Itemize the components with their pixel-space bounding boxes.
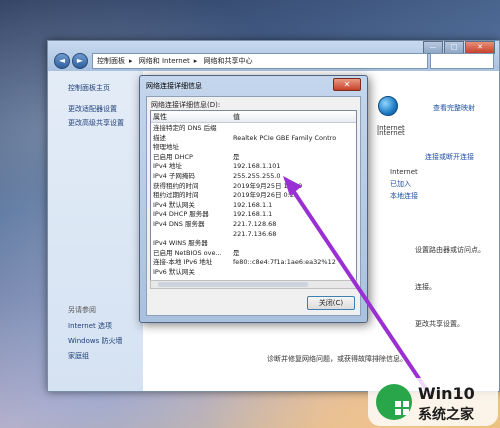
annotation-arrow [283, 176, 432, 397]
watermark-logo: Win10 系统之家 [368, 378, 498, 426]
arrow-head [283, 176, 302, 196]
watermark-brand: Win10 [418, 384, 475, 403]
watermark-site: 系统之家 [418, 407, 474, 423]
win10-logo-icon [376, 384, 412, 420]
arrow-shaft [288, 184, 432, 397]
